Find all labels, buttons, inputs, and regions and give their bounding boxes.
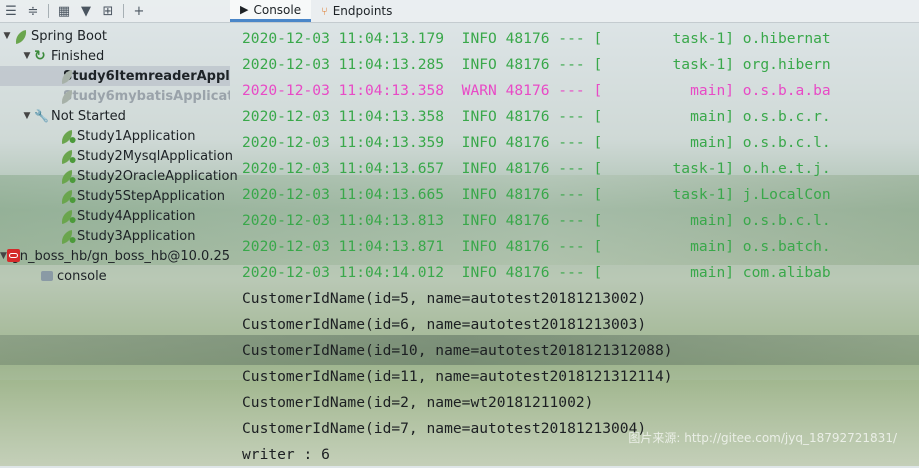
log-line: 2020-12-03 11:04:13.665 INFO 48176 --- [… (242, 186, 831, 203)
tree-label: console (57, 268, 107, 284)
tree-label: gn_boss_hb/gn_boss_hb@10.0.25 (11, 248, 230, 264)
chevron-down-icon[interactable]: ▼ (20, 111, 34, 121)
log-line: 2020-12-03 11:04:13.871 INFO 48176 --- [… (242, 238, 831, 255)
toolbar-separator (48, 4, 49, 18)
console-tab-icon: ▶ (240, 3, 249, 16)
tree-item-study3[interactable]: Study3Application (60, 226, 195, 246)
spring-app-icon (60, 169, 74, 184)
output-line: CustomerIdName(id=7, name=autotest201812… (242, 420, 647, 437)
log-line: 2020-12-03 11:04:13.358 INFO 48176 --- [… (242, 108, 831, 125)
oracle-db-icon (6, 249, 20, 263)
filter-icon[interactable]: ▼ (75, 0, 97, 22)
tree-label: Study3Application (77, 228, 196, 244)
tree-item-study2oracle[interactable]: Study2OracleApplication (60, 166, 238, 186)
log-line: 2020-12-03 11:04:13.179 INFO 48176 --- [… (242, 30, 831, 47)
tree-label: Study4Application (77, 208, 196, 224)
spring-app-icon (60, 129, 74, 144)
tab-label: Endpoints (332, 4, 393, 18)
tree-item-study2mysql[interactable]: Study2MysqlApplication (60, 146, 233, 166)
tree-label: Finished (51, 48, 105, 64)
spring-boot-icon (14, 29, 28, 44)
tree-item-study1[interactable]: Study1Application (60, 126, 195, 146)
spring-app-icon (60, 189, 74, 204)
add-icon[interactable]: + (128, 0, 150, 22)
tree-label: Study2MysqlApplication (77, 148, 233, 164)
log-line: 2020-12-03 11:04:13.359 INFO 48176 --- [… (242, 134, 831, 151)
output-tabs: ▶ Console ⑂ Endpoints (230, 0, 919, 23)
services-toolbar: ☰ ≑ ▦ ▼ ⊞ + (0, 0, 230, 23)
watermark-text: 图片来源: http://gitee.com/jyq_18792721831/ (628, 431, 897, 445)
output-line: CustomerIdName(id=2, name=wt20181211002) (242, 394, 594, 411)
expand-all-icon[interactable]: ☰ (0, 0, 22, 22)
log-line: 2020-12-03 11:04:14.012 INFO 48176 --- [… (242, 264, 831, 281)
log-line: 2020-12-03 11:04:13.285 INFO 48176 --- [… (242, 56, 831, 73)
output-line: CustomerIdName(id=11, name=autotest20181… (242, 368, 673, 385)
wrench-icon: 🔧 (34, 109, 49, 123)
tree-node-spring-boot[interactable]: ▼ Spring Boot (0, 26, 230, 46)
spring-app-icon (60, 209, 74, 224)
output-line: CustomerIdName(id=6, name=autotest201812… (242, 316, 647, 333)
tree-label: Study6mybatisApplication (63, 88, 230, 104)
log-line: 2020-12-03 11:04:13.358 WARN 48176 --- [… (242, 82, 831, 99)
refresh-icon: ↻ (34, 48, 46, 64)
tree-label: Spring Boot (31, 28, 108, 44)
chevron-down-icon[interactable]: ▼ (0, 251, 7, 261)
tree-label: Study1Application (77, 128, 196, 144)
tree-label: Not Started (51, 108, 126, 124)
tree-item-study4[interactable]: Study4Application (60, 206, 195, 226)
tab-console[interactable]: ▶ Console (230, 0, 312, 22)
tree-label: Study5StepApplication (77, 188, 226, 204)
run-output-panel: ▶ Console ⑂ Endpoints 2020-12-03 11:04:1… (230, 0, 919, 466)
toolbar-separator (123, 4, 124, 18)
tree-label: Study6ItemreaderApplication (63, 68, 230, 84)
tree-item-study5step[interactable]: Study5StepApplication (60, 186, 225, 206)
spring-app-icon (60, 149, 74, 164)
collapse-all-icon[interactable]: ≑ (22, 0, 44, 22)
tree-item-db-console[interactable]: console (40, 266, 107, 286)
log-line: 2020-12-03 11:04:13.813 INFO 48176 --- [… (242, 212, 831, 229)
chevron-down-icon[interactable]: ▼ (20, 51, 34, 61)
log-line: 2020-12-03 11:04:13.657 INFO 48176 --- [… (242, 160, 831, 177)
chevron-down-icon[interactable]: ▼ (0, 31, 14, 41)
tree-node-db-connection[interactable]: ▼ gn_boss_hb/gn_boss_hb@10.0.25 (0, 246, 230, 266)
console-icon (40, 269, 54, 283)
tree-node-not-started[interactable]: ▼ 🔧 Not Started (20, 106, 230, 126)
output-line: writer : 6 (242, 446, 330, 463)
tree-label: Study2OracleApplication (77, 168, 238, 184)
services-panel: ☰ ≑ ▦ ▼ ⊞ + ▼ Spring Boot ▼ ↻ Finished S… (0, 0, 238, 466)
tab-label: Console (253, 2, 302, 17)
group-icon[interactable]: ▦ (53, 0, 75, 22)
layout-icon[interactable]: ⊞ (97, 0, 119, 22)
tree-item-study6itemreader[interactable]: Study6ItemreaderApplication (0, 66, 230, 86)
output-line: CustomerIdName(id=5, name=autotest201812… (242, 290, 647, 307)
endpoints-icon: ⑂ (321, 4, 328, 18)
spring-app-icon (60, 229, 74, 244)
tab-endpoints[interactable]: ⑂ Endpoints (311, 0, 402, 22)
tree-item-study6mybatis[interactable]: Study6mybatisApplication (0, 86, 230, 106)
output-line: CustomerIdName(id=10, name=autotest20181… (242, 342, 673, 359)
tree-node-finished[interactable]: ▼ ↻ Finished (20, 46, 230, 66)
